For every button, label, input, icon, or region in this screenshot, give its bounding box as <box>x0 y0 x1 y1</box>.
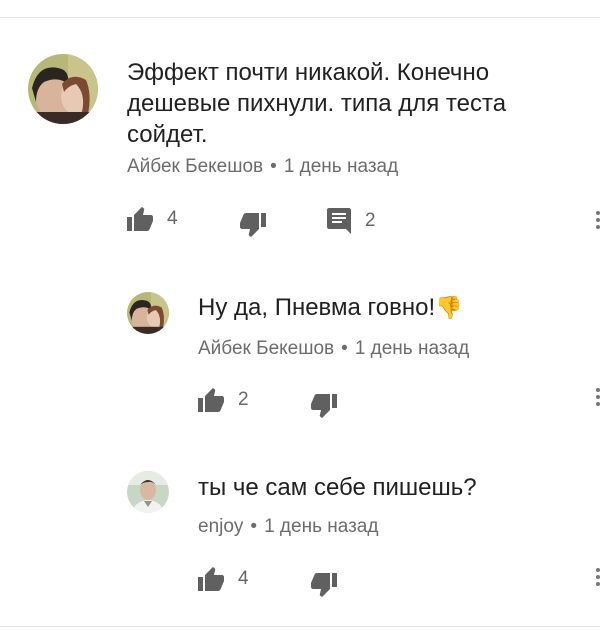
timestamp: 1 день назад <box>283 156 399 177</box>
dislike-button[interactable] <box>311 394 337 418</box>
like-button[interactable]: 4 <box>198 567 249 591</box>
thumbs-down-icon <box>311 573 337 597</box>
more-vert-icon[interactable] <box>596 385 600 409</box>
reply-icon <box>327 208 351 234</box>
separator: • <box>270 156 277 177</box>
like-count: 4 <box>167 208 178 229</box>
thumbs-up-icon <box>127 207 153 231</box>
timestamp: 1 день назад <box>264 516 379 537</box>
avatar[interactable] <box>127 471 169 513</box>
dislike-button[interactable] <box>311 573 337 597</box>
separator: • <box>341 338 348 359</box>
like-count: 2 <box>238 389 249 410</box>
comment-body: Ну да, Пневма говно! <box>198 294 436 321</box>
top-divider <box>0 17 600 18</box>
author-name[interactable]: enjoy <box>198 516 243 537</box>
thumbs-down-icon <box>240 213 266 237</box>
comment-meta: Айбек Бекешов • 1 день назад <box>198 338 469 360</box>
thumbs-up-icon <box>198 388 224 412</box>
reply-button[interactable]: 2 <box>327 208 376 234</box>
comment-meta: enjoy • 1 день назад <box>198 516 378 538</box>
more-vert-icon[interactable] <box>596 208 600 232</box>
like-count: 4 <box>238 568 249 589</box>
reply-count: 2 <box>365 210 376 231</box>
like-button[interactable]: 4 <box>127 207 178 231</box>
dislike-button[interactable] <box>240 213 266 237</box>
author-name[interactable]: Айбек Бекешов <box>198 338 334 359</box>
like-button[interactable]: 2 <box>198 388 249 412</box>
more-vert-icon[interactable] <box>596 565 600 589</box>
author-name[interactable]: Айбек Бекешов <box>127 156 263 177</box>
timestamp: 1 день назад <box>354 338 470 359</box>
thumbs-down-icon <box>311 394 337 418</box>
thumbs-up-icon <box>198 567 224 591</box>
comment-text: Ну да, Пневма говно!👎 <box>198 293 463 323</box>
comment-text: ты че сам себе пишешь? <box>198 474 477 501</box>
separator: • <box>250 516 258 537</box>
avatar[interactable] <box>127 292 169 334</box>
comment-meta: Айбек Бекешов • 1 день назад <box>127 156 398 178</box>
comment-text: Эффект почти никакой. Конечно дешевые пи… <box>127 59 507 148</box>
thumbs-down-emoji: 👎 <box>435 295 463 320</box>
avatar[interactable] <box>28 54 98 124</box>
bottom-divider <box>0 626 600 627</box>
